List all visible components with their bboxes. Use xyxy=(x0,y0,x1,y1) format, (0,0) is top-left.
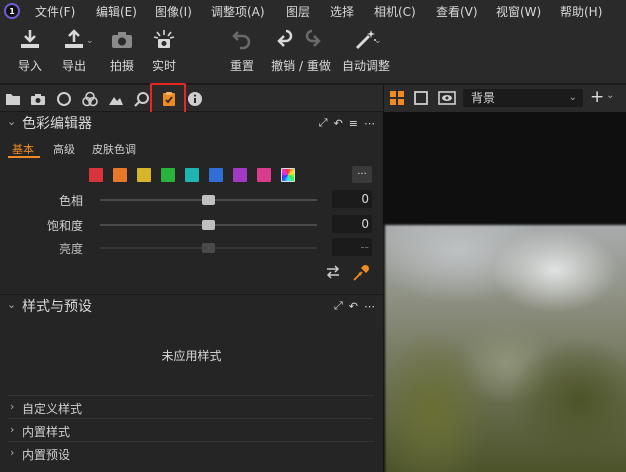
auto-adjust-button[interactable]: 自动调整 xyxy=(342,28,390,74)
lightness-slider xyxy=(100,243,317,253)
import-icon xyxy=(21,30,39,48)
saturation-slider-row: 饱和度 0 xyxy=(0,215,383,235)
tab-basic[interactable]: 基本 xyxy=(12,141,34,157)
color-picker-icon[interactable] xyxy=(352,264,370,282)
chevron-down-icon: ⌄ xyxy=(568,92,577,103)
undo-redo-icon xyxy=(277,29,321,47)
menu-camera[interactable]: 相机(C) xyxy=(374,3,416,20)
menu-file[interactable]: 文件(F) xyxy=(35,3,75,20)
swatch-all-colors[interactable] xyxy=(281,168,295,182)
hue-value-field[interactable]: 0 xyxy=(332,190,372,208)
menu-window[interactable]: 视窗(W) xyxy=(496,3,541,20)
reset-arrow-icon[interactable]: ↶ xyxy=(334,117,343,130)
grid-view-icon[interactable] xyxy=(390,91,404,105)
more-options-icon[interactable]: ⋯ xyxy=(364,117,375,130)
menu-image[interactable]: 图像(I) xyxy=(155,3,192,20)
swatch-cyan[interactable] xyxy=(185,168,199,182)
menu-select[interactable]: 选择 xyxy=(330,3,354,20)
export-button[interactable]: 导出 xyxy=(62,28,86,74)
builtin-styles-section[interactable]: › 内置样式 xyxy=(8,418,374,440)
image-viewer[interactable] xyxy=(383,112,626,472)
swatch-red[interactable] xyxy=(89,168,103,182)
hue-slider[interactable] xyxy=(100,195,317,205)
menu-view[interactable]: 查看(V) xyxy=(436,3,478,20)
expand-arrows-icon[interactable]: ⤢ xyxy=(319,116,328,130)
capture-button[interactable]: 拍摄 xyxy=(110,28,134,74)
no-style-applied-text: 未应用样式 xyxy=(161,349,222,363)
reset-button[interactable]: 重置 xyxy=(230,28,254,74)
menu-adjustments[interactable]: 调整项(A) xyxy=(211,3,265,20)
collapse-chevron-icon[interactable]: ⌄ xyxy=(7,298,16,311)
saturation-value-field[interactable]: 0 xyxy=(332,215,372,233)
lightness-slider-row: 亮度 -- xyxy=(0,238,383,258)
saturation-slider-thumb[interactable] xyxy=(202,220,215,230)
hue-slider-thumb[interactable] xyxy=(202,195,215,205)
expand-chevron-icon: › xyxy=(10,446,15,459)
builtin-presets-section[interactable]: › 内置预设 xyxy=(8,441,374,463)
library-folder-icon[interactable] xyxy=(5,91,21,107)
export-dropdown-icon[interactable]: ⌄ xyxy=(86,36,94,46)
import-button[interactable]: 导入 xyxy=(18,28,42,74)
single-view-icon[interactable] xyxy=(414,91,428,105)
export-icon xyxy=(65,29,83,48)
info-tab-icon[interactable] xyxy=(187,91,203,107)
expand-chevron-icon: › xyxy=(10,423,15,436)
saturation-slider[interactable] xyxy=(100,220,317,230)
swatch-magenta[interactable] xyxy=(257,168,271,182)
eye-icon[interactable] xyxy=(438,91,456,105)
menu-help[interactable]: 帮助(H) xyxy=(560,3,602,20)
styles-presets-header[interactable]: ⌄ 样式与预设 ⤢ ↶ ⋯ xyxy=(0,295,383,317)
more-colors-button[interactable]: ... xyxy=(352,166,372,183)
menu-lines-icon[interactable]: ≡ xyxy=(349,117,358,130)
auto-adjust-dropdown-icon[interactable]: ⌄ xyxy=(374,36,382,46)
custom-styles-section[interactable]: › 自定义样式 xyxy=(8,395,374,417)
app-logo-icon[interactable]: 1 xyxy=(4,3,20,19)
expand-arrows-icon[interactable]: ⤢ xyxy=(334,299,343,313)
swap-arrows-icon[interactable] xyxy=(325,265,341,279)
reset-icon xyxy=(232,31,251,50)
exposure-tab-icon[interactable] xyxy=(108,91,124,107)
lightness-slider-thumb xyxy=(202,243,215,253)
swatch-blue[interactable] xyxy=(209,168,223,182)
color-editor-tabs: 基本 高级 皮肤色调 xyxy=(0,138,383,158)
add-icon[interactable]: + xyxy=(590,87,604,107)
menu-layers[interactable]: 图层 xyxy=(286,3,310,20)
details-tab-icon[interactable] xyxy=(134,91,150,107)
lens-tab-icon[interactable] xyxy=(56,91,72,107)
camera-icon xyxy=(112,32,132,48)
collapse-chevron-icon[interactable]: ⌄ xyxy=(7,115,16,128)
swatch-green[interactable] xyxy=(161,168,175,182)
tab-skin-tone[interactable]: 皮肤色调 xyxy=(92,141,136,157)
add-dropdown-icon[interactable]: ⌄ xyxy=(606,90,614,101)
tool-tabs xyxy=(0,85,383,112)
live-view-icon xyxy=(153,30,175,48)
menu-edit[interactable]: 编辑(E) xyxy=(96,3,137,20)
more-options-icon[interactable]: ⋯ xyxy=(364,300,375,313)
reset-arrow-icon[interactable]: ↶ xyxy=(349,300,358,313)
live-view-button[interactable]: 实时 xyxy=(152,28,176,74)
swatch-yellow[interactable] xyxy=(137,168,151,182)
hue-slider-row: 色相 0 xyxy=(0,190,383,210)
main-toolbar: 导入 导出 ⌄ 拍摄 实时 重置 撤销 / 重做 自动调整 ⌄ xyxy=(0,22,626,84)
capture-camera-tab-icon[interactable] xyxy=(30,91,46,107)
color-editor-header[interactable]: ⌄ 色彩编辑器 ⤢ ↶ ≡ ⋯ xyxy=(0,112,383,134)
color-tab-icon[interactable] xyxy=(82,91,98,107)
swatch-orange[interactable] xyxy=(113,168,127,182)
undo-redo-button[interactable]: 撤销 / 重做 xyxy=(270,28,332,74)
menu-bar: 1 文件(F) 编辑(E) 图像(I) 调整项(A) 图层 选择 相机(C) 查… xyxy=(0,0,626,22)
lightness-value-field: -- xyxy=(332,238,372,256)
background-select[interactable]: 背景 ⌄ xyxy=(463,89,583,107)
active-tab-underline xyxy=(8,156,40,158)
tab-advanced[interactable]: 高级 xyxy=(53,141,75,157)
expand-chevron-icon: › xyxy=(10,400,15,413)
photo-preview xyxy=(385,225,626,472)
swatch-purple[interactable] xyxy=(233,168,247,182)
